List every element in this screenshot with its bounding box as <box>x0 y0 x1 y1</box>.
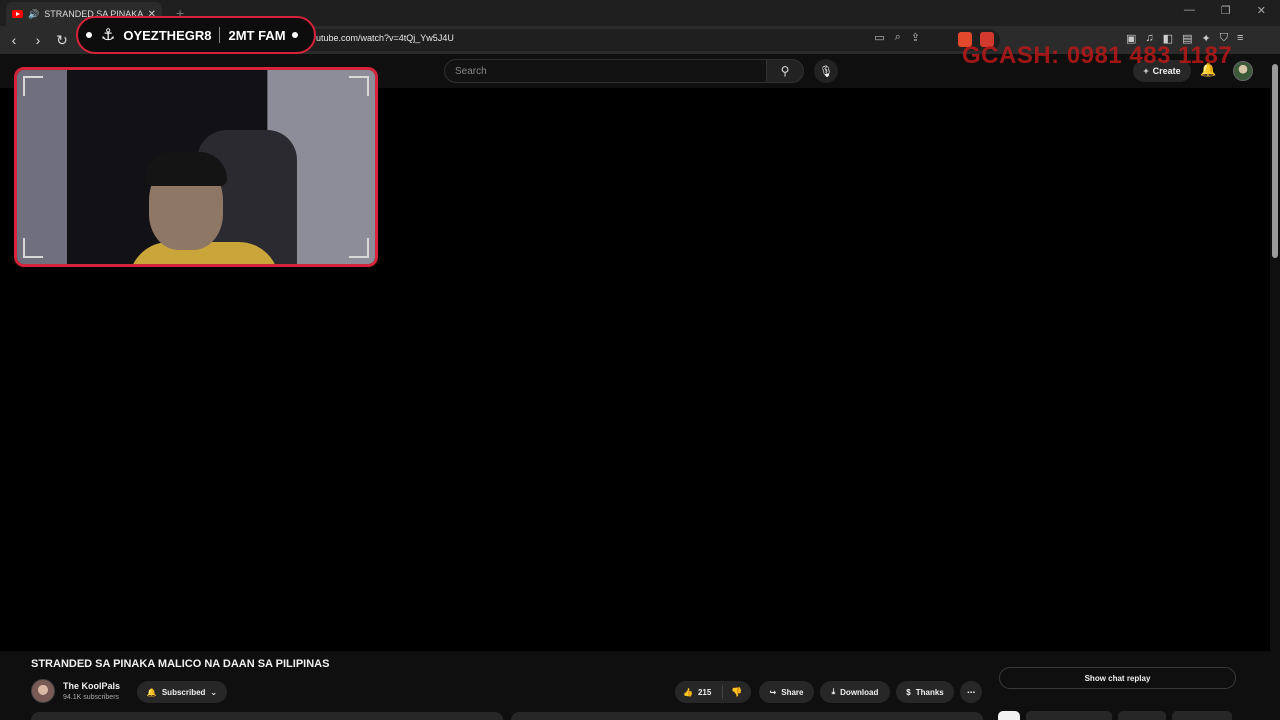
chip[interactable] <box>1118 711 1166 720</box>
show-chat-replay-button[interactable]: Show chat replay <box>999 667 1236 689</box>
dot-icon <box>86 32 92 38</box>
chip-all[interactable] <box>998 711 1020 720</box>
search-button[interactable]: ⚲ <box>766 59 804 83</box>
cast-icon[interactable]: ▭ <box>874 31 884 44</box>
search-placeholder: Search <box>455 66 487 77</box>
streamer-handle: OYEZTHEGR8 <box>123 27 212 43</box>
share-label: Share <box>781 687 804 697</box>
speaker-icon[interactable]: 🔊 <box>28 9 39 20</box>
like-button[interactable]: 👍 215 <box>675 685 723 699</box>
mic-icon: 🎙 <box>819 65 833 78</box>
window-controls: — ❐ ✕ <box>1184 4 1266 17</box>
account-avatar[interactable] <box>1233 61 1253 81</box>
chip[interactable] <box>1172 711 1232 720</box>
frame-corner <box>23 238 43 258</box>
more-icon: ⋯ <box>967 687 975 697</box>
thanks-button[interactable]: $ Thanks <box>896 681 954 703</box>
scrollbar-thumb[interactable] <box>1272 64 1278 258</box>
thanks-icon: $ <box>906 687 911 697</box>
dot-icon <box>291 32 298 38</box>
like-dislike-group: 👍 215 👎 <box>675 681 751 703</box>
address-bar-icons: ▭ ⌕ ⇪ <box>874 31 920 44</box>
subscribed-button[interactable]: 🔔 Subscribed ⌄ <box>137 681 227 703</box>
restore-button[interactable]: ❐ <box>1221 4 1231 17</box>
frame-corner <box>349 238 369 258</box>
download-label: Download <box>840 687 879 697</box>
video-title: STRANDED SA PINAKA MALICO NA DAAN SA PIL… <box>31 658 330 670</box>
thanks-label: Thanks <box>915 687 944 697</box>
chip[interactable] <box>1026 711 1112 720</box>
voice-search-button[interactable]: 🎙 <box>814 59 838 83</box>
webcam-person-hair <box>145 152 227 186</box>
forward-icon[interactable]: › <box>28 32 48 48</box>
download-button[interactable]: ⤓ Download <box>820 681 890 703</box>
search-input[interactable]: Search <box>444 59 766 83</box>
frame-corner <box>23 76 43 96</box>
more-actions-button[interactable]: ⋯ <box>960 681 982 703</box>
streamer-tag: 2MT FAM <box>228 27 286 43</box>
like-count: 215 <box>697 687 712 697</box>
dislike-button[interactable]: 👎 <box>723 687 742 698</box>
related-chips-edge <box>998 711 1238 720</box>
share-button[interactable]: ↪ Share <box>759 681 814 703</box>
share-page-icon[interactable]: ⇪ <box>911 31 920 44</box>
frame-corner <box>349 76 369 96</box>
reload-icon[interactable]: ↻ <box>52 32 72 49</box>
channel-avatar[interactable] <box>31 679 55 703</box>
description-panel-edge <box>31 712 503 720</box>
youtube-favicon <box>12 10 23 18</box>
subscribed-label: Subscribed <box>161 687 206 697</box>
bell-icon: 🔔 <box>146 687 157 697</box>
channel-name[interactable]: The KoolPals <box>63 681 120 691</box>
download-icon: ⤓ <box>831 687 836 696</box>
back-icon[interactable]: ‹ <box>4 32 24 48</box>
gcash-overlay: GCASH: 0981 483 1187 <box>962 42 1233 69</box>
menu-icon[interactable]: ≡ <box>1237 32 1243 45</box>
anchor-icon: ⚓ <box>101 27 116 44</box>
like-icon: 👍 <box>683 687 693 697</box>
close-window-button[interactable]: ✕ <box>1257 4 1266 17</box>
scrollbar[interactable] <box>1270 54 1280 720</box>
minimize-button[interactable]: — <box>1184 4 1195 17</box>
comments-panel-edge <box>511 712 983 720</box>
divider <box>219 27 221 43</box>
webcam-overlay <box>14 67 378 267</box>
chevron-down-icon: ⌄ <box>210 687 218 697</box>
dislike-icon: 👎 <box>731 686 743 697</box>
zoom-icon[interactable]: ⌕ <box>895 31 901 44</box>
subscriber-count: 94.1K subscribers <box>63 694 120 701</box>
share-icon: ↪ <box>769 687 777 697</box>
search-icon: ⚲ <box>780 64 790 78</box>
url-text: utube.com/watch?v=4tQj_Yw5J4U <box>316 33 454 43</box>
streamer-overlay-pill: ⚓ OYEZTHEGR8 2MT FAM <box>76 16 316 54</box>
